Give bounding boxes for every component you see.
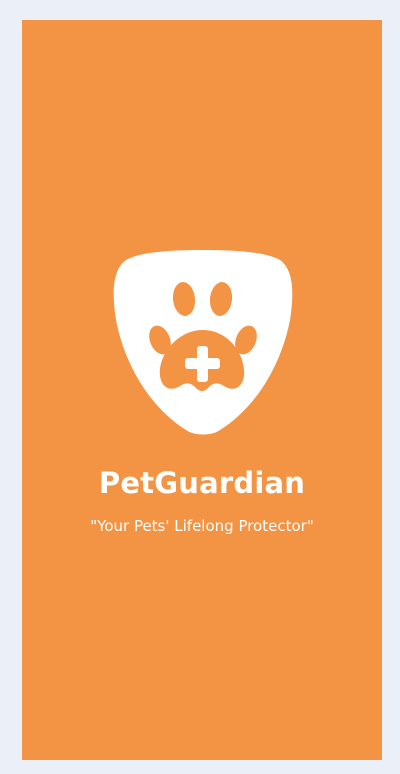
app-tagline: "Your Pets' Lifelong Protector"	[90, 517, 314, 535]
app-name: PetGuardian	[98, 466, 306, 500]
splash-screen: PetGuardian "Your Pets' Lifelong Protect…	[22, 20, 382, 760]
shield-paw-plus-icon	[108, 242, 298, 438]
